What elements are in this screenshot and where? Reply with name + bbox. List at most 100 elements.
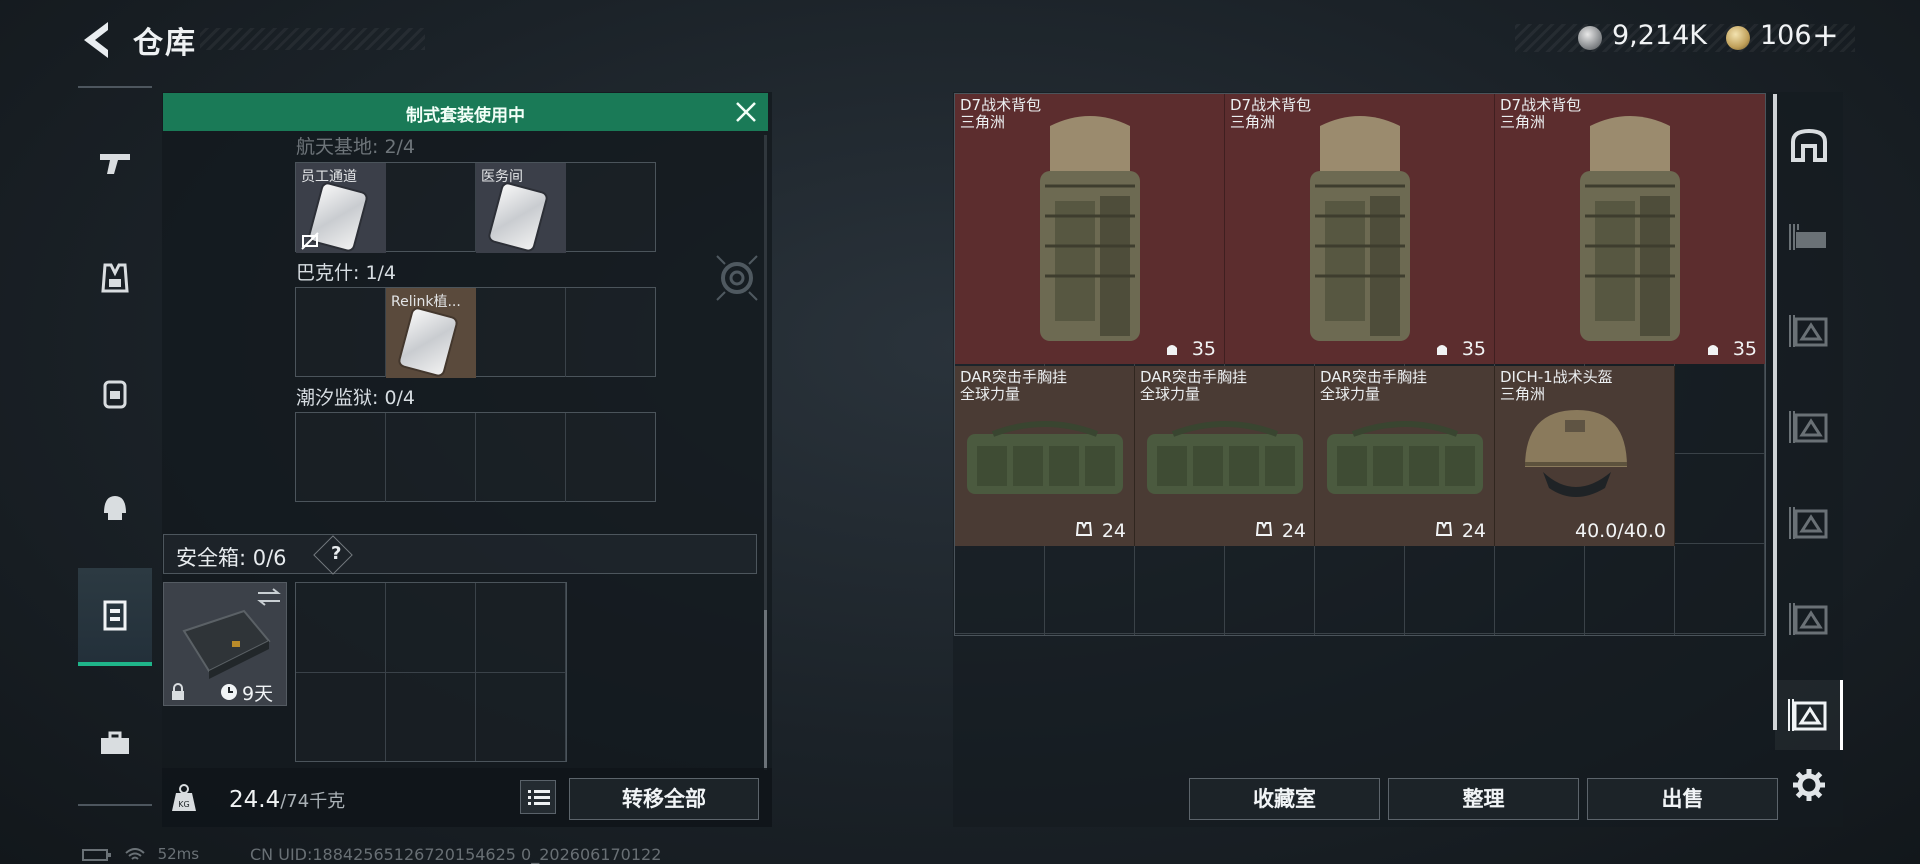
- storage-room-icon: [1789, 315, 1828, 347]
- backpack-image: [1580, 116, 1680, 341]
- storage-tab-main[interactable]: [1775, 110, 1843, 180]
- keycard-staff-passage[interactable]: 员工通道: [296, 163, 386, 253]
- nav-weapons[interactable]: [78, 123, 152, 203]
- backpack-image: [1040, 116, 1140, 341]
- keycard-grid-bakhsh: Relink植...: [295, 287, 656, 378]
- storage-item-backpack[interactable]: D7战术背包 三角洲 35: [1495, 94, 1765, 364]
- left-category-nav: [78, 86, 152, 806]
- vest-capacity-icon: [1436, 522, 1452, 536]
- storage-room-icon: [1789, 224, 1826, 250]
- vest-capacity-icon: [1256, 522, 1272, 536]
- keycard-grid-tidal-prison: [295, 412, 656, 502]
- backpack-image: [1310, 116, 1410, 341]
- storage-tab-3[interactable]: [1775, 296, 1843, 366]
- keycard-icon: [489, 183, 547, 251]
- storage-tabs-nav: [1775, 110, 1843, 830]
- capacity-icon: [1708, 345, 1718, 355]
- carry-weight: 24.4/74千克: [229, 787, 345, 813]
- storage-item-chest-rig[interactable]: DAR突击手胸挂 全球力量 24: [1315, 366, 1495, 546]
- storage-room-icon: [1789, 603, 1828, 635]
- safe-box-label: 安全箱: 0/6: [176, 546, 287, 570]
- chest-rig-image: [1147, 421, 1303, 494]
- add-currency-button[interactable]: +: [1812, 16, 1839, 54]
- sell-button[interactable]: 出售: [1587, 778, 1778, 820]
- list-icon: [528, 790, 550, 805]
- not-tradable-icon: [301, 232, 319, 250]
- storage-tab-5[interactable]: [1775, 488, 1843, 558]
- storage-tab-6[interactable]: [1775, 584, 1843, 654]
- keycard-icon: [399, 308, 457, 376]
- nav-helmets[interactable]: [78, 468, 152, 548]
- section-label-tidal-prison: 潮汐监狱: 0/4: [296, 387, 416, 409]
- storage-room-icon: [1787, 699, 1826, 731]
- helmet-icon: [104, 496, 126, 520]
- back-arrow-icon[interactable]: [78, 18, 112, 62]
- storage-tab-2[interactable]: [1775, 202, 1843, 272]
- safe-box-grid: [295, 582, 567, 762]
- transfer-all-button[interactable]: 转移全部: [569, 778, 759, 820]
- battery-icon: [82, 848, 111, 861]
- clock-icon: [221, 684, 237, 700]
- ping-value: 52ms: [157, 845, 200, 863]
- keycard-relink[interactable]: Relink植...: [386, 288, 476, 378]
- capacity-icon: [1167, 345, 1177, 355]
- toolbox-icon: [101, 731, 129, 754]
- collection-room-button[interactable]: 收藏室: [1189, 778, 1380, 820]
- safe-case-slot[interactable]: 9天: [163, 582, 287, 706]
- settings-button[interactable]: [1775, 750, 1843, 820]
- equipment-scroll-thumb[interactable]: [764, 610, 767, 770]
- vest-capacity-icon: [1076, 522, 1092, 536]
- storage-item-chest-rig[interactable]: DAR突击手胸挂 全球力量 24: [1135, 366, 1315, 546]
- swap-icon[interactable]: [256, 587, 282, 607]
- nav-storage[interactable]: [78, 568, 152, 666]
- helmet-image: [1525, 410, 1627, 497]
- sort-button[interactable]: 整理: [1388, 778, 1579, 820]
- lock-icon: [172, 683, 184, 700]
- keycard-medical-room[interactable]: 医务间: [476, 163, 566, 253]
- page-title: 仓库: [133, 26, 197, 61]
- storage-icon: [103, 600, 127, 631]
- safe-box-header: 安全箱: 0/6 ?: [163, 534, 757, 575]
- section-label-bakhsh: 巴克什: 1/4: [296, 262, 397, 284]
- storage-tab-7[interactable]: [1775, 680, 1843, 750]
- nav-vests[interactable]: [78, 238, 152, 318]
- storage-room-icon: [1789, 411, 1828, 443]
- banner-text: 制式套装使用中: [406, 106, 525, 126]
- storage-room-icon: [1789, 507, 1828, 539]
- safe-case-duration: 9天: [242, 683, 274, 705]
- user-uid: CN UID:18842565126720154625 0_2026061701…: [250, 845, 662, 864]
- vault-icon: [1791, 128, 1827, 162]
- preset-kit-banner: 制式套装使用中: [163, 93, 768, 131]
- storage-item-helmet[interactable]: DICH-1战术头盔 三角洲 40.0/40.0: [1495, 366, 1675, 546]
- chest-rig-image: [967, 421, 1123, 494]
- storage-item-backpack[interactable]: D7战术背包 三角洲 35: [1225, 94, 1495, 364]
- nav-toolbox[interactable]: [78, 703, 152, 783]
- gun-icon: [100, 154, 130, 174]
- help-icon[interactable]: ?: [331, 543, 341, 564]
- list-view-button[interactable]: [520, 780, 556, 814]
- storage-item-backpack[interactable]: D7战术背包 三角洲 35: [955, 94, 1225, 364]
- gold-coin-icon: [1726, 26, 1750, 50]
- close-icon[interactable]: [734, 100, 758, 124]
- wifi-icon: [125, 847, 145, 860]
- backpack-icon: [103, 380, 127, 409]
- nav-backpacks[interactable]: [78, 353, 152, 433]
- svg-text:KG: KG: [178, 800, 189, 809]
- gear-icon: [1793, 769, 1825, 801]
- storage-grid: D7战术背包 三角洲 35 D7战术背包 三角洲 35 D7战术背包 三角洲 3…: [954, 93, 1766, 636]
- target-ring-icon: [716, 255, 758, 301]
- chest-rig-image: [1327, 421, 1483, 494]
- storage-tab-4[interactable]: [1775, 392, 1843, 462]
- weight-icon: KG: [172, 784, 196, 811]
- network-status: 52ms: [82, 845, 199, 863]
- carry-weight-max: /74千克: [280, 791, 346, 812]
- storage-item-chest-rig[interactable]: DAR突击手胸挂 全球力量 24: [955, 366, 1135, 546]
- safe-case-icon: [182, 609, 271, 679]
- carry-weight-current: 24.4: [229, 787, 281, 813]
- capacity-icon: [1437, 345, 1447, 355]
- silver-currency-value: 9,214K: [1612, 20, 1708, 51]
- section-label-aerospace-base: 航天基地: 2/4: [296, 136, 416, 158]
- silver-coin-icon: [1578, 26, 1602, 50]
- title-decoration: [200, 28, 425, 50]
- keycard-grid-aerospace-base: 员工通道 医务间: [295, 162, 656, 253]
